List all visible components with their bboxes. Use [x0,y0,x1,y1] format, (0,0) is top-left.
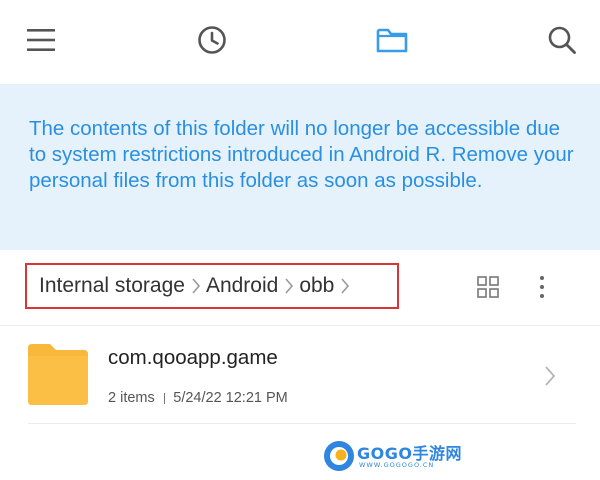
watermark-badge-icon [324,441,354,471]
modified-date: 5/24/22 12:21 PM [173,390,288,406]
list-item[interactable]: com.qooapp.game 2 items 5/24/22 12:21 PM [0,327,600,423]
search-icon[interactable] [542,20,582,60]
item-count: 2 items [108,390,155,406]
breadcrumb-row: Internal storage Android obb [0,250,600,326]
top-toolbar [0,0,600,84]
chevron-right-icon [340,277,350,295]
file-meta: 2 items 5/24/22 12:21 PM [108,390,288,406]
breadcrumb: Internal storage Android obb [25,263,399,309]
history-clock-icon[interactable] [192,20,232,60]
breadcrumb-item-android[interactable]: Android [206,274,278,298]
meta-separator [163,392,166,404]
chevron-right-icon [191,277,201,295]
watermark-site: WWW.GOGOGO.CN [359,461,435,469]
file-manager-screen: The contents of this folder will no long… [0,0,600,480]
chevron-right-icon [540,364,560,388]
restriction-notice-banner: The contents of this folder will no long… [0,84,600,250]
restriction-notice-text: The contents of this folder will no long… [29,117,574,192]
file-name: com.qooapp.game [108,346,278,369]
folder-icon[interactable] [372,20,412,60]
divider [0,325,600,326]
more-options-icon[interactable] [527,272,557,302]
breadcrumb-item-internal-storage[interactable]: Internal storage [39,274,185,298]
chevron-right-icon [284,277,294,295]
watermark-logo: GOGO手游网 WWW.GOGOGO.CN [323,438,461,474]
divider [28,423,576,424]
breadcrumb-item-obb[interactable]: obb [299,274,334,298]
folder-icon [28,344,88,405]
grid-view-icon[interactable] [473,272,503,302]
menu-icon[interactable] [21,20,61,60]
